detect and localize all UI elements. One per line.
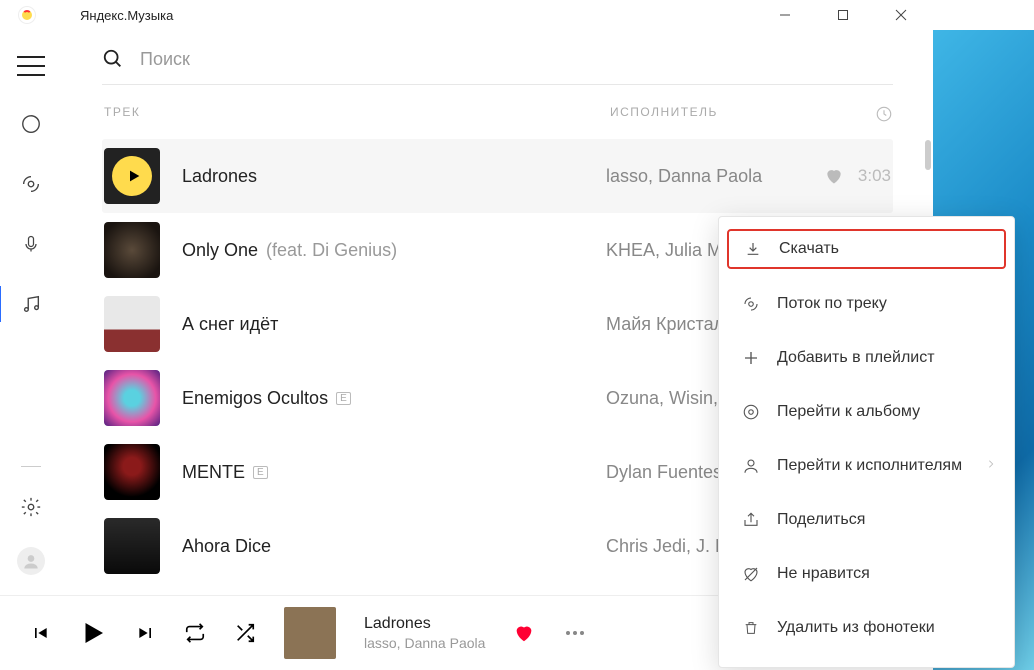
context-menu-item[interactable]: Удалить из фонотеки — [719, 601, 1014, 655]
plus-icon — [741, 348, 761, 368]
player-like-button[interactable] — [513, 622, 535, 644]
context-menu-label: Перейти к исполнителям — [777, 457, 962, 475]
context-menu-item[interactable]: Скачать — [727, 229, 1006, 269]
player-track-title: Ladrones — [364, 615, 485, 633]
track-title: Enemigos Ocultos E — [182, 388, 606, 409]
context-menu-label: Удалить из фонотеки — [777, 619, 935, 637]
player-repeat-button[interactable] — [184, 622, 206, 644]
context-menu-item[interactable]: Перейти к исполнителям — [719, 439, 1014, 493]
search-icon — [102, 48, 124, 70]
download-icon — [743, 239, 763, 259]
player-more-button[interactable] — [563, 621, 587, 645]
sidebar-library-icon[interactable] — [19, 292, 43, 316]
track-cover[interactable] — [104, 370, 160, 426]
header-artist: ИСПОЛНИТЕЛЬ — [610, 105, 843, 123]
sidebar — [0, 30, 62, 595]
context-menu-item[interactable]: Добавить в плейлист — [719, 331, 1014, 385]
header-duration-icon — [843, 105, 893, 123]
track-cover[interactable] — [104, 444, 160, 500]
window-title: Яндекс.Музыка — [80, 8, 173, 23]
minimize-button[interactable] — [763, 0, 807, 30]
track-cover[interactable] — [104, 148, 160, 204]
share-icon — [741, 510, 761, 530]
chevron-right-icon — [986, 457, 996, 476]
track-cover[interactable] — [104, 518, 160, 574]
context-menu-label: Перейти к альбому — [777, 403, 920, 421]
player-track-artist: lasso, Danna Paola — [364, 635, 485, 651]
sidebar-settings-icon[interactable] — [19, 495, 43, 519]
search-bar — [102, 30, 893, 85]
player-next-button[interactable] — [136, 623, 156, 643]
user-avatar[interactable] — [17, 547, 45, 575]
disc-icon — [741, 402, 761, 422]
heart-icon[interactable] — [824, 166, 844, 186]
close-button[interactable] — [879, 0, 923, 30]
context-menu-label: Скачать — [779, 240, 839, 258]
track-title: Ahora Dice — [182, 536, 606, 557]
context-menu-item[interactable]: Не нравится — [719, 547, 1014, 601]
player-shuffle-button[interactable] — [234, 622, 256, 644]
explicit-badge: E — [336, 392, 351, 405]
track-title: А снег идёт — [182, 314, 606, 335]
scrollbar-thumb[interactable] — [925, 140, 931, 170]
track-duration: 3:03 — [858, 166, 891, 186]
sidebar-disc-icon[interactable] — [19, 112, 43, 136]
player-play-button[interactable] — [78, 618, 108, 648]
sidebar-divider — [21, 466, 41, 467]
sidebar-mic-icon[interactable] — [19, 232, 43, 256]
track-context-menu: Скачать Поток по треку Добавить в плейлист… — [718, 216, 1015, 668]
player-prev-button[interactable] — [30, 623, 50, 643]
context-menu-label: Добавить в плейлист — [777, 349, 935, 367]
player-cover-art[interactable] — [284, 607, 336, 659]
search-input[interactable] — [140, 49, 893, 70]
context-menu-item[interactable]: Перейти к альбому — [719, 385, 1014, 439]
track-artist: lasso, Danna Paola — [606, 166, 824, 187]
user-icon — [741, 456, 761, 476]
track-row[interactable]: Ladroneslasso, Danna Paola 3:03 — [102, 139, 893, 213]
track-title: MENTE E — [182, 462, 606, 483]
app-logo-icon — [18, 6, 36, 24]
explicit-badge: E — [253, 466, 268, 479]
track-cover[interactable] — [104, 222, 160, 278]
context-menu-label: Не нравится — [777, 565, 870, 583]
track-cover[interactable] — [104, 296, 160, 352]
header-track: ТРЕК — [104, 105, 610, 123]
context-menu-item[interactable]: Поток по треку — [719, 277, 1014, 331]
context-menu-label: Поделиться — [777, 511, 865, 529]
track-title: Only One (feat. Di Genius) — [182, 240, 606, 261]
app-window: Яндекс.Музыка ТРЕК ИСПОЛНИ — [0, 0, 933, 670]
dislike-icon — [741, 564, 761, 584]
track-title: Ladrones — [182, 166, 606, 187]
titlebar: Яндекс.Музыка — [0, 0, 933, 30]
play-icon[interactable] — [112, 156, 152, 196]
maximize-button[interactable] — [821, 0, 865, 30]
context-menu-item[interactable]: Поделиться — [719, 493, 1014, 547]
sidebar-radio-icon[interactable] — [19, 172, 43, 196]
column-headers: ТРЕК ИСПОЛНИТЕЛЬ — [102, 85, 893, 139]
trash-icon — [741, 618, 761, 638]
hamburger-menu-button[interactable] — [17, 56, 45, 76]
radio-icon — [741, 294, 761, 314]
context-menu-label: Поток по треку — [777, 295, 887, 313]
